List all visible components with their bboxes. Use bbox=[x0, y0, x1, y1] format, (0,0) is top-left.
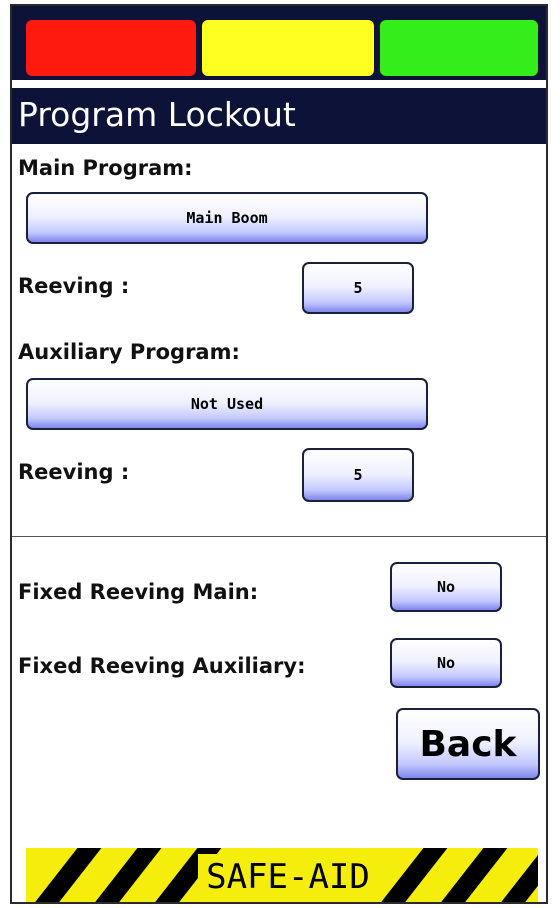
auxiliary-program-button[interactable]: Not Used bbox=[26, 378, 428, 430]
main-reeving-label: Reeving : bbox=[18, 274, 130, 298]
main-reeving-button[interactable]: 5 bbox=[302, 262, 414, 314]
back-button[interactable]: Back bbox=[396, 708, 540, 780]
fixed-reeving-main-label: Fixed Reeving Main: bbox=[18, 580, 259, 604]
yellow-status-light bbox=[202, 20, 374, 76]
auxiliary-reeving-label: Reeving : bbox=[18, 460, 130, 484]
hazard-stripe bbox=[428, 848, 516, 902]
device-screen: Program Lockout Main Program: Main Boom … bbox=[10, 4, 548, 904]
green-status-light bbox=[380, 20, 538, 76]
fixed-reeving-auxiliary-button[interactable]: No bbox=[390, 638, 502, 688]
main-program-button[interactable]: Main Boom bbox=[26, 192, 428, 244]
hazard-stripe bbox=[26, 848, 110, 902]
hazard-stripe bbox=[368, 848, 456, 902]
auxiliary-program-label: Auxiliary Program: bbox=[18, 340, 240, 364]
main-program-label: Main Program: bbox=[18, 156, 193, 180]
red-status-light bbox=[26, 20, 196, 76]
brand-logo-text: SAFE-AID bbox=[198, 854, 378, 900]
fixed-reeving-main-button[interactable]: No bbox=[390, 562, 502, 612]
section-divider bbox=[12, 536, 546, 537]
auxiliary-reeving-button[interactable]: 5 bbox=[302, 448, 414, 502]
status-light-bar bbox=[12, 6, 546, 80]
page-title: Program Lockout bbox=[18, 95, 296, 134]
fixed-reeving-auxiliary-label: Fixed Reeving Auxiliary: bbox=[18, 654, 306, 678]
title-bar: Program Lockout bbox=[12, 88, 546, 144]
hazard-stripe-footer: SAFE-AID bbox=[26, 848, 538, 902]
hazard-stripe bbox=[82, 848, 170, 902]
